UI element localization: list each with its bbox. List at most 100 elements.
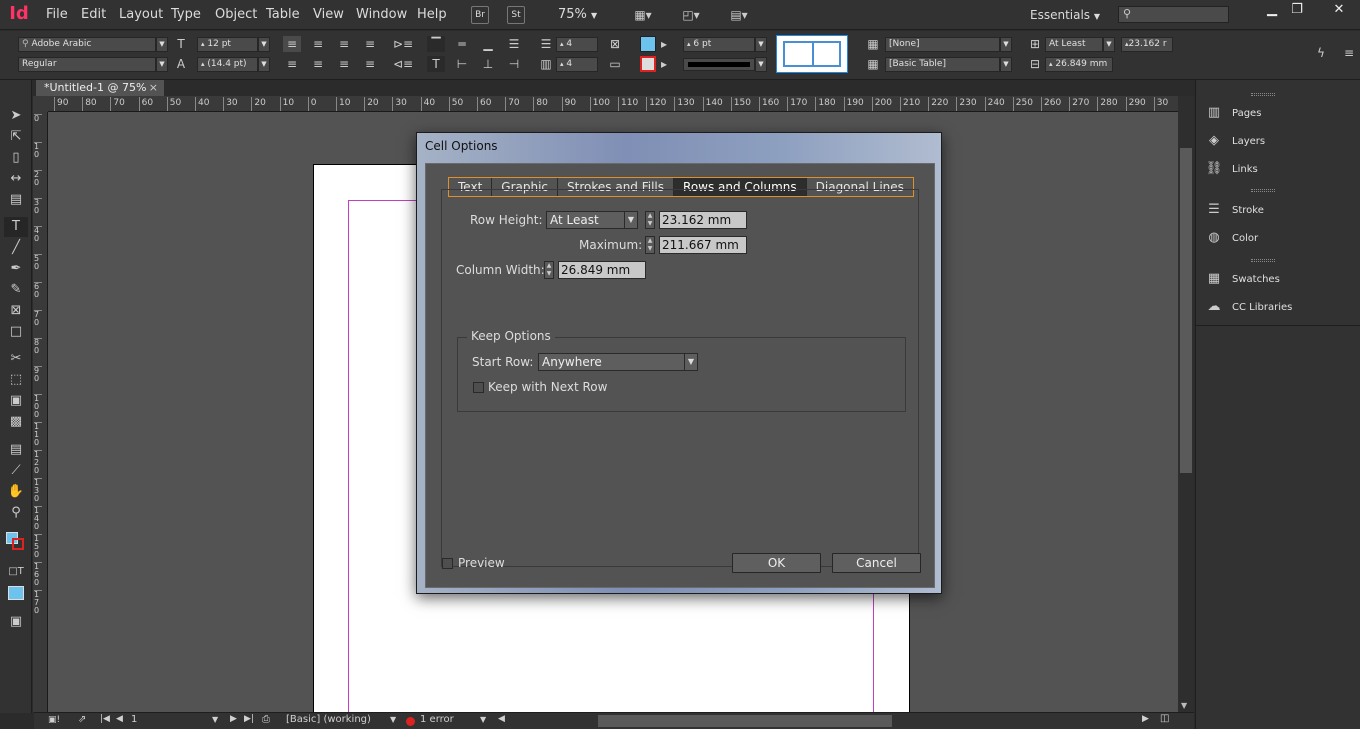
start-row-dropdown-icon[interactable]: ▼ xyxy=(684,353,698,371)
font-family-field[interactable]: ⚲ Adobe Arabic xyxy=(18,37,156,52)
font-style-field[interactable]: Regular xyxy=(18,57,156,72)
row-height-mode-select[interactable]: At Least xyxy=(546,211,626,229)
panel-swatches[interactable]: ▦ Swatches xyxy=(1204,268,1280,290)
eyedropper-tool-icon[interactable]: ⟋ xyxy=(4,461,28,481)
menu-window[interactable]: Window xyxy=(356,0,407,30)
font-size-field[interactable]: ▴ 12 pt xyxy=(197,37,258,52)
arrange-documents-icon[interactable]: ▤▾ xyxy=(724,7,754,23)
font-family-dropdown[interactable]: ▼ xyxy=(156,37,168,52)
panel-stroke[interactable]: ☰ Stroke xyxy=(1204,199,1264,221)
menu-view[interactable]: View xyxy=(313,0,344,30)
screen-mode-tool-icon[interactable]: ▣ xyxy=(4,612,28,632)
stroke-proxy-icon[interactable] xyxy=(776,35,848,73)
content-collector-icon[interactable]: ▤ xyxy=(4,190,28,210)
scissors-tool-icon[interactable]: ✂ xyxy=(4,349,28,369)
zoom-level[interactable]: 75% ▼ xyxy=(558,0,597,30)
view-options-icon[interactable]: ▦▾ xyxy=(628,7,658,23)
panel-pages[interactable]: ▥ Pages xyxy=(1204,102,1262,124)
stroke-dropdown[interactable]: ▸ xyxy=(658,56,670,72)
text-rotation-90-icon[interactable]: ⊢ xyxy=(453,56,471,72)
menu-edit[interactable]: Edit xyxy=(81,0,106,30)
align-left-icon[interactable]: ≡ xyxy=(283,36,301,52)
cell-style-dropdown[interactable]: ▼ xyxy=(1000,37,1012,52)
justify-all-icon[interactable]: ≡ xyxy=(361,56,379,72)
search-input[interactable]: ⚲ xyxy=(1118,6,1229,23)
table-style-dropdown[interactable]: ▼ xyxy=(1000,57,1012,72)
row-height-field[interactable]: ▴23.162 r xyxy=(1121,37,1173,52)
control-panel-menu-icon[interactable]: ≡ xyxy=(1342,45,1356,61)
text-rotation-270-icon[interactable]: ⊣ xyxy=(505,56,523,72)
open-page-icon[interactable]: ⇗ xyxy=(78,714,86,725)
leading-dropdown[interactable]: ▼ xyxy=(258,57,270,72)
column-width-spinner[interactable]: ▲ ▼ xyxy=(544,261,554,279)
justify-center-icon[interactable]: ≡ xyxy=(309,56,327,72)
close-window-button[interactable]: ✕ xyxy=(1318,0,1360,22)
stroke-swatch[interactable] xyxy=(640,56,656,72)
horizontal-scroll-thumb[interactable] xyxy=(598,715,892,727)
scroll-right-icon[interactable]: ▶ xyxy=(1142,714,1149,724)
leading-field[interactable]: ▴ (14.4 pt) xyxy=(197,57,258,72)
cell-style-field[interactable]: [None] xyxy=(885,37,1000,52)
preflight-toggle-icon[interactable]: ▣! xyxy=(48,715,60,725)
unmerge-cells-icon[interactable]: ▭ xyxy=(606,56,624,72)
align-away-spine-icon[interactable]: ⊲≡ xyxy=(393,56,413,72)
page-tool-icon[interactable]: ▯ xyxy=(4,148,28,168)
start-row-select[interactable]: Anywhere xyxy=(538,353,686,371)
align-right-icon[interactable]: ≡ xyxy=(335,36,353,52)
hand-tool-icon[interactable]: ✋ xyxy=(4,482,28,502)
align-towards-spine-icon[interactable]: ⊳≡ xyxy=(393,36,413,52)
panel-layers[interactable]: ◈ Layers xyxy=(1204,130,1265,152)
align-center-icon[interactable]: ≡ xyxy=(309,36,327,52)
fill-swatch[interactable] xyxy=(640,36,656,52)
row-height-mode-field[interactable]: At Least xyxy=(1045,37,1103,52)
merge-cells-icon[interactable]: ⊠ xyxy=(606,36,624,52)
text-rotation-0-icon[interactable]: T xyxy=(427,56,445,72)
font-size-dropdown[interactable]: ▼ xyxy=(258,37,270,52)
pen-tool-icon[interactable]: ✒ xyxy=(4,259,28,279)
restore-button[interactable]: ❐ xyxy=(1280,0,1314,22)
selection-tool-icon[interactable]: ➤ xyxy=(4,106,28,126)
maximum-input[interactable]: 211.667 mm xyxy=(659,236,747,254)
scroll-down-icon[interactable]: ▼ xyxy=(1181,701,1187,710)
error-dropdown-icon[interactable]: ▼ xyxy=(480,715,486,724)
row-height-mode-dropdown[interactable]: ▼ xyxy=(1103,37,1115,52)
preview-checkbox[interactable] xyxy=(442,558,453,569)
valign-justify-icon[interactable]: ☰ xyxy=(505,36,523,52)
document-tab[interactable]: *Untitled-1 @ 75% × xyxy=(36,80,164,96)
page-dropdown-icon[interactable]: ▼ xyxy=(212,715,218,724)
stroke-type-field[interactable] xyxy=(683,58,755,71)
error-count[interactable]: 1 error xyxy=(420,714,454,725)
page-format-icon[interactable]: ⎙ xyxy=(262,714,270,725)
preflight-profile[interactable]: [Basic] (working) xyxy=(286,714,371,725)
prev-page-icon[interactable]: ◀ xyxy=(116,714,123,724)
fill-dropdown[interactable]: ▸ xyxy=(658,36,670,52)
gap-tool-icon[interactable]: ↔ xyxy=(4,169,28,189)
menu-layout[interactable]: Layout xyxy=(119,0,163,30)
line-tool-icon[interactable]: ╱ xyxy=(4,238,28,258)
font-style-dropdown[interactable]: ▼ xyxy=(156,57,168,72)
row-height-spinner[interactable]: ▲ ▼ xyxy=(645,211,655,229)
align-justify-icon[interactable]: ≡ xyxy=(361,36,379,52)
columns-field[interactable]: ▴ 4 xyxy=(556,57,598,72)
justify-right-icon[interactable]: ≡ xyxy=(335,56,353,72)
stroke-color-swatch[interactable] xyxy=(12,538,24,550)
zoom-tool-icon[interactable]: ⚲ xyxy=(4,503,28,523)
bridge-button[interactable]: Br xyxy=(471,6,489,24)
note-tool-icon[interactable]: ▤ xyxy=(4,440,28,460)
page-number-field[interactable]: 1 xyxy=(131,714,137,725)
workspace-switcher[interactable]: Essentials ▼ xyxy=(1030,0,1100,30)
panel-grip[interactable] xyxy=(1251,259,1275,262)
keep-with-next-checkbox[interactable] xyxy=(473,382,484,393)
free-transform-tool-icon[interactable]: ⬚ xyxy=(4,370,28,390)
rows-field[interactable]: ▴ 4 xyxy=(556,37,598,52)
type-tool-icon[interactable]: T xyxy=(4,217,28,237)
quick-apply-icon[interactable]: ϟ xyxy=(1312,45,1330,61)
text-rotation-180-icon[interactable]: ⊥ xyxy=(479,56,497,72)
profile-dropdown-icon[interactable]: ▼ xyxy=(390,715,396,724)
menu-table[interactable]: Table xyxy=(266,0,300,30)
row-height-mode-dropdown-icon[interactable]: ▼ xyxy=(624,211,638,229)
split-window-icon[interactable]: ◫ xyxy=(1160,713,1169,724)
ok-button[interactable]: OK xyxy=(732,553,821,573)
panel-grip[interactable] xyxy=(1251,93,1275,96)
valign-top-icon[interactable]: ▔ xyxy=(427,36,445,52)
